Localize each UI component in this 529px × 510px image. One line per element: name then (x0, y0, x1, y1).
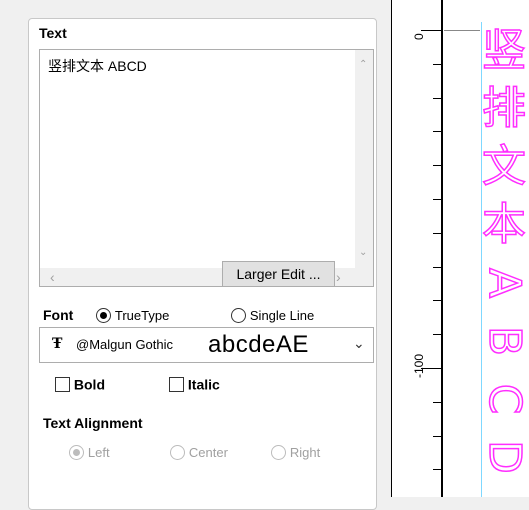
ruler-tick (433, 435, 441, 437)
single-line-label: Single Line (249, 307, 315, 323)
align-center-label: Center (188, 444, 228, 460)
ruler-label-minus-100: -100 (412, 353, 426, 378)
align-center-radio-circle[interactable] (170, 444, 185, 460)
align-right-radio[interactable]: Right (271, 443, 320, 460)
scroll-up-icon[interactable]: ⌃ (359, 60, 367, 70)
italic-label: Italic (187, 376, 220, 393)
vertical-text-char: C (478, 383, 529, 415)
ruler-tick (433, 63, 441, 65)
ruler-tick (433, 131, 441, 133)
bold-checkbox-box[interactable] (55, 376, 70, 392)
ruler-tick (433, 334, 441, 336)
vertical-text-object[interactable]: 竖排文本ABCD (478, 22, 529, 486)
text-input-area[interactable]: 竖排文本 ABCD ⌃ ⌄ ‹ › (39, 49, 374, 287)
align-left-radio[interactable]: Left (69, 443, 110, 460)
vertical-text-char: 竖 (481, 24, 527, 77)
text-input-content[interactable]: 竖排文本 ABCD (48, 56, 147, 76)
italic-checkbox[interactable]: Italic (169, 375, 220, 392)
ruler-tick (433, 469, 441, 471)
ruler-tick (433, 266, 441, 268)
align-right-label: Right (289, 444, 321, 460)
font-select-value: @Malgun Gothic (76, 337, 174, 352)
ruler-tick (433, 165, 441, 167)
truetype-radio[interactable]: TrueType (96, 306, 169, 323)
align-left-label: Left (87, 444, 110, 460)
ruler-tick (433, 97, 441, 99)
truetype-font-icon: Ŧ (52, 336, 63, 352)
ruler-tick (421, 368, 441, 369)
italic-checkbox-box[interactable] (169, 376, 184, 392)
scrollbar-corner (355, 268, 373, 286)
text-vertical-scrollbar[interactable]: ⌃ ⌄ (355, 50, 373, 269)
canvas-left-border (391, 0, 392, 497)
ruler-label-zero: 0 (412, 33, 426, 40)
larger-edit-button[interactable]: Larger Edit ... (222, 261, 335, 287)
vertical-text-char: D (478, 439, 529, 474)
text-panel: Text 竖排文本 ABCD ⌃ ⌄ ‹ › Larger Edit ... F… (28, 18, 377, 510)
single-line-radio-circle[interactable] (231, 307, 246, 323)
truetype-label: TrueType (114, 307, 170, 323)
vertical-text-char: 排 (481, 82, 527, 135)
vertical-ruler: 0 -100 (395, 0, 443, 497)
scroll-down-icon[interactable]: ⌄ (359, 248, 367, 258)
scroll-right-icon[interactable]: › (336, 270, 341, 284)
ruler-tick (421, 30, 441, 31)
vertical-text-char: B (478, 325, 529, 357)
origin-guide-line (444, 30, 480, 31)
ruler-tick (433, 300, 441, 302)
truetype-radio-circle[interactable] (96, 307, 111, 323)
bold-checkbox[interactable]: Bold (55, 375, 105, 392)
scroll-left-icon[interactable]: ‹ (50, 270, 55, 284)
ruler-tick (433, 232, 441, 234)
text-section-title: Text (39, 25, 67, 41)
align-center-radio[interactable]: Center (170, 443, 228, 460)
font-label: Font (43, 307, 74, 323)
vertical-text-char: A (478, 267, 529, 299)
text-alignment-title: Text Alignment (43, 415, 143, 431)
align-left-radio-circle[interactable] (69, 444, 84, 460)
align-right-radio-circle[interactable] (271, 444, 286, 460)
chevron-down-icon[interactable]: ⌄ (353, 335, 365, 352)
font-row: Font (43, 307, 73, 323)
single-line-radio[interactable]: Single Line (231, 306, 314, 323)
ruler-tick (433, 199, 441, 200)
vertical-text-char: 文 (481, 140, 527, 193)
ruler-tick (433, 401, 441, 403)
font-preview: abcdeAE (208, 331, 309, 358)
bold-label: Bold (73, 376, 105, 393)
vertical-text-char: 本 (481, 198, 527, 251)
font-select[interactable]: Ŧ @Malgun Gothic abcdeAE ⌄ (39, 327, 374, 363)
